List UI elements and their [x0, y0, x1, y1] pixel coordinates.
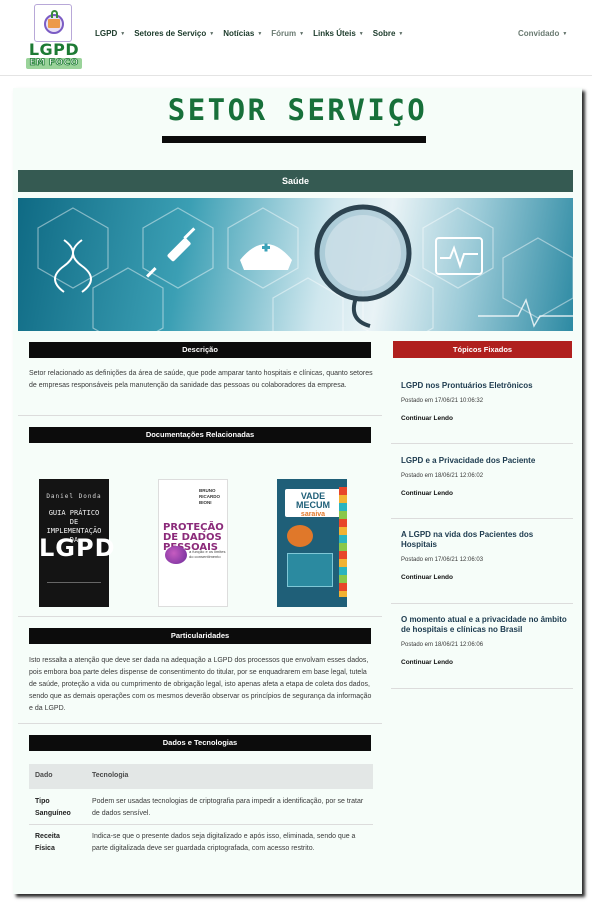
pinned-topic: LGPD nos Prontuários Eletrônicos Postado…: [401, 381, 571, 423]
continue-reading-link[interactable]: Continuar Lendo: [401, 490, 571, 498]
chevron-down-icon: ▼: [257, 30, 263, 37]
page-title: SETOR SERVIÇO: [167, 93, 428, 127]
brain-icon: [165, 546, 187, 564]
continue-reading-link[interactable]: Continuar Lendo: [401, 659, 571, 667]
topic-date: Postado em 18/06/21 12:06:06: [401, 642, 484, 648]
site-logo[interactable]: LGPD EM FOCO: [26, 4, 82, 70]
table-cell-data: Tipo Sanguíneo: [35, 798, 71, 817]
divider: [18, 616, 382, 617]
nav-item-setores[interactable]: Setores de Serviço ▼: [134, 29, 214, 41]
chevron-down-icon: ▼: [209, 30, 215, 37]
nav-item-links[interactable]: Links Úteis ▼: [313, 29, 364, 41]
nav-item-lgpd[interactable]: LGPD ▼: [95, 29, 125, 41]
nav-item-forum[interactable]: Fórum ▼: [271, 29, 304, 41]
book-title: VADE MECUM: [296, 491, 330, 510]
book-subtitle: a função e os limites do consentimento: [189, 549, 226, 559]
topic-title[interactable]: O momento atual e a privacidade no âmbit…: [401, 615, 571, 635]
row-divider: [29, 824, 373, 825]
tech-heading: Dados e Tecnologias: [29, 735, 371, 751]
continue-reading-link[interactable]: Continuar Lendo: [401, 574, 571, 582]
column-header-tecnologia: Tecnologia: [92, 772, 129, 779]
divider: [391, 688, 573, 689]
nav-item-noticias[interactable]: Notícias ▼: [223, 29, 262, 41]
main-nav: LGPD ▼ Setores de Serviço ▼ Notícias ▼ Fóru…: [95, 29, 412, 41]
nav-item-sobre[interactable]: Sobre ▼: [373, 29, 404, 41]
sector-title: Saúde: [18, 170, 573, 192]
title-underline: [162, 136, 426, 143]
description-heading: Descrição: [29, 342, 371, 358]
divider: [391, 443, 573, 444]
book-subtitle: saraiva: [300, 511, 326, 518]
sector-banner-image: [18, 198, 573, 331]
chevron-down-icon: ▼: [299, 30, 305, 37]
divider: [391, 603, 573, 604]
heart-monitor-icon: [435, 237, 483, 275]
nurse-cap-icon: [240, 243, 292, 270]
continue-reading-link[interactable]: Continuar Lendo: [401, 415, 571, 423]
book-author: BRUNO RICARDO BIONI: [199, 488, 220, 505]
book-cover-guia-lgpd[interactable]: Daniel Donda GUIA PRÁTICO DE IMPLEMENTAÇ…: [39, 479, 116, 607]
divider: [18, 415, 382, 416]
table-cell-tech: Indica-se que o presente dados seja digi…: [92, 833, 356, 852]
column-header-dado: Dado: [35, 772, 53, 779]
topic-date: Postado em 18/06/21 12:06:02: [401, 473, 484, 479]
pinned-topic: LGPD e a Privacidade dos Paciente Postad…: [401, 456, 571, 498]
topic-date: Postado em 17/06/21 12:06:03: [401, 557, 484, 563]
logo-title: LGPD: [28, 40, 80, 59]
book-author: Daniel Donda: [46, 493, 102, 500]
main-card: SETOR SERVIÇO Saúde Descrição Setor rela…: [13, 88, 582, 894]
syringe-icon: [146, 227, 196, 278]
topic-title[interactable]: LGPD e a Privacidade dos Paciente: [401, 456, 571, 466]
top-navbar: LGPD EM FOCO LGPD ▼ Setores de Serviço ▼ N…: [0, 0, 592, 76]
logo-emblem-icon: [34, 4, 72, 42]
logo-subtitle: EM FOCO: [26, 58, 82, 69]
table-header: Dado Tecnologia: [29, 764, 373, 789]
chevron-down-icon: ▼: [398, 30, 404, 37]
content-area: Descrição Setor relacionado as definiçõe…: [13, 331, 582, 894]
chevron-down-icon: ▼: [562, 30, 568, 37]
table-cell-tech: Podem ser usadas tecnologias de criptogr…: [92, 798, 364, 817]
pinned-topics-heading: Tópicos Fixados: [393, 341, 572, 358]
description-text: Setor relacionado as definições da área …: [29, 370, 373, 389]
particularities-text: Isto ressalta a atenção que deve ser dad…: [29, 657, 372, 712]
book-title-big: LGPD: [39, 534, 116, 562]
table-cell-data: Receita Física: [35, 833, 60, 852]
topic-date: Postado em 17/06/21 10:06:32: [401, 398, 484, 404]
particularities-heading: Particularidades: [29, 628, 371, 644]
chevron-down-icon: ▼: [120, 30, 126, 37]
pinned-topic: O momento atual e a privacidade no âmbit…: [401, 615, 571, 667]
book-cover-protecao-dados[interactable]: BRUNO RICARDO BIONI PROTEÇÃO DE DADOS PE…: [158, 479, 228, 607]
divider: [391, 518, 573, 519]
chevron-down-icon: ▼: [358, 30, 364, 37]
dna-icon: [54, 239, 92, 293]
topic-title[interactable]: LGPD nos Prontuários Eletrônicos: [401, 381, 571, 391]
pinned-topic: A LGPD na vida dos Pacientes dos Hospita…: [401, 530, 571, 582]
book-cover-vade-mecum[interactable]: VADE MECUM saraiva: [277, 479, 347, 607]
topic-title[interactable]: A LGPD na vida dos Pacientes dos Hospita…: [401, 530, 571, 550]
divider: [18, 723, 382, 724]
docs-heading: Documentações Relacionadas: [29, 427, 371, 443]
user-menu[interactable]: Convidado ▼: [518, 29, 567, 38]
